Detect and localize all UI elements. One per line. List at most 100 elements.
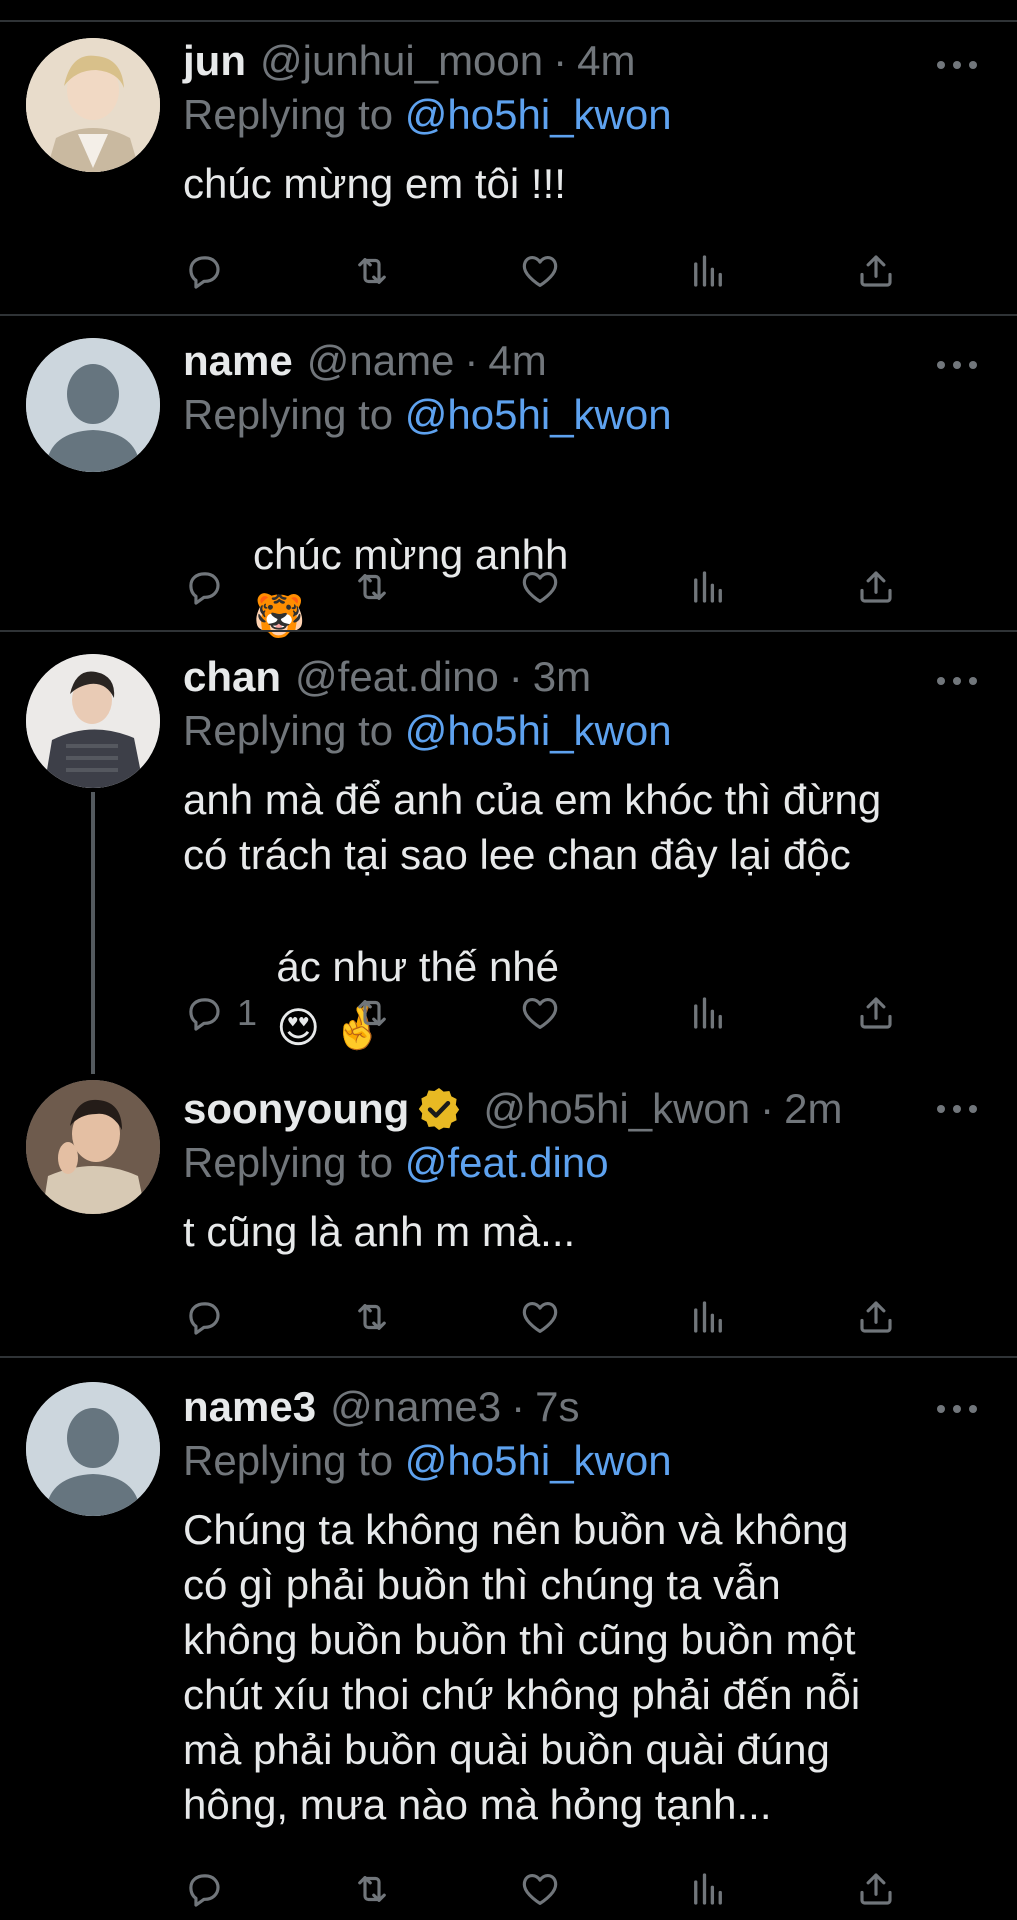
retweet-icon (351, 566, 393, 608)
replying-to: Replying to @ho5hi_kwon (183, 704, 977, 758)
views-button[interactable] (687, 248, 729, 294)
share-icon (855, 566, 897, 608)
tweet-header: soonyoung @ho5hi_kwon · 2m (183, 1082, 977, 1136)
share-icon (855, 992, 897, 1034)
avatar-chan[interactable] (26, 654, 160, 788)
views-button[interactable] (687, 990, 729, 1036)
display-name[interactable]: name3 (183, 1380, 316, 1434)
replying-to: Replying to @feat.dino (183, 1136, 977, 1190)
more-icon[interactable] (937, 358, 977, 372)
reply-icon (183, 1296, 225, 1338)
replying-label: Replying to (183, 707, 394, 754)
handle[interactable]: @junhui_moon (260, 34, 543, 88)
timestamp[interactable]: 2m (784, 1082, 842, 1136)
timestamp[interactable]: 3m (533, 650, 591, 704)
tweet-text-line: mà phải buồn quài buồn quài đúng (183, 1726, 830, 1773)
analytics-icon (687, 1296, 729, 1338)
tweet-divider (0, 314, 1017, 316)
more-icon[interactable] (937, 674, 977, 688)
reply-count: 1 (237, 992, 258, 1033)
heart-icon (519, 1296, 561, 1338)
views-button[interactable] (687, 564, 729, 610)
display-name[interactable]: soonyoung (183, 1082, 409, 1136)
analytics-icon (687, 992, 729, 1034)
tweet-text: t cũng là anh m mà... (183, 1208, 576, 1255)
timestamp[interactable]: 4m (488, 334, 546, 388)
avatar-jun[interactable] (26, 38, 160, 172)
reply-button[interactable]: 1 (183, 990, 257, 1036)
reply-icon (183, 566, 225, 608)
replying-label: Replying to (183, 1437, 394, 1484)
avatar-soonyoung[interactable] (26, 1080, 160, 1214)
share-button[interactable] (855, 248, 897, 294)
retweet-button[interactable] (351, 990, 393, 1036)
tweet-header: jun @junhui_moon · 4m (183, 34, 977, 88)
more-icon[interactable] (937, 58, 977, 72)
tweet-text-line: ác như thế nhé (276, 943, 560, 990)
like-button[interactable] (519, 248, 561, 294)
action-bar (183, 248, 903, 294)
timestamp[interactable]: 4m (577, 34, 635, 88)
like-button[interactable] (519, 1294, 561, 1340)
reply-button[interactable] (183, 248, 225, 294)
reply-button[interactable] (183, 1294, 225, 1340)
thread-line (91, 792, 95, 1074)
separator-dot: · (508, 653, 523, 700)
tweet-text-line: hông, mưa nào mà hỏng tạnh... (183, 1781, 772, 1828)
share-button[interactable] (855, 990, 897, 1036)
tweet-header: name3 @name3 · 7s (183, 1380, 977, 1434)
separator-dot: · (553, 37, 568, 84)
replying-to-link[interactable]: @ho5hi_kwon (405, 91, 672, 138)
reply-button[interactable] (183, 1866, 225, 1912)
views-button[interactable] (687, 1294, 729, 1340)
replying-label: Replying to (183, 1139, 394, 1186)
share-button[interactable] (855, 1866, 897, 1912)
tweet-text-line: chút xíu thoi chứ không phải đến nỗi (183, 1671, 861, 1718)
handle[interactable]: @ho5hi_kwon (483, 1082, 750, 1136)
timestamp[interactable]: 7s (535, 1380, 579, 1434)
more-icon[interactable] (937, 1402, 977, 1416)
retweet-button[interactable] (351, 248, 393, 294)
display-name[interactable]: jun (183, 34, 246, 88)
heart-icon (519, 992, 561, 1034)
more-icon[interactable] (937, 1102, 977, 1116)
retweet-button[interactable] (351, 564, 393, 610)
reply-button[interactable] (183, 564, 225, 610)
reply-icon (183, 250, 225, 292)
share-icon (855, 250, 897, 292)
avatar-default[interactable] (26, 1382, 160, 1516)
replying-to-link[interactable]: @ho5hi_kwon (405, 391, 672, 438)
retweet-button[interactable] (351, 1866, 393, 1912)
retweet-button[interactable] (351, 1294, 393, 1340)
handle[interactable]: @name (307, 334, 455, 388)
tweet-text-line: có gì phải buồn thì chúng ta vẫn (183, 1561, 781, 1608)
replying-to-link[interactable]: @feat.dino (405, 1139, 609, 1186)
like-button[interactable] (519, 990, 561, 1036)
share-button[interactable] (855, 564, 897, 610)
handle[interactable]: @feat.dino (295, 650, 499, 704)
tweet-text: Chúng ta không nên buồn và không có gì p… (183, 1502, 977, 1832)
separator-dot: · (464, 337, 479, 384)
tweet-text-line: không buồn buồn thì cũng buồn một (183, 1616, 856, 1663)
tweet-text-line: anh mà để anh của em khóc thì đừng (183, 776, 882, 823)
heart-icon (519, 1868, 561, 1910)
replying-to-link[interactable]: @ho5hi_kwon (405, 707, 672, 754)
tweet-divider (0, 1356, 1017, 1358)
handle[interactable]: @name3 (330, 1380, 501, 1434)
top-divider (0, 20, 1017, 22)
verified-badge-icon (419, 1088, 460, 1130)
share-icon (855, 1868, 897, 1910)
like-button[interactable] (519, 564, 561, 610)
display-name[interactable]: name (183, 334, 293, 388)
retweet-icon (351, 1868, 393, 1910)
display-name[interactable]: chan (183, 650, 281, 704)
avatar-default[interactable] (26, 338, 160, 472)
heart-icon (519, 250, 561, 292)
replying-to-link[interactable]: @ho5hi_kwon (405, 1437, 672, 1484)
like-button[interactable] (519, 1866, 561, 1912)
views-button[interactable] (687, 1866, 729, 1912)
action-bar (183, 564, 903, 610)
share-button[interactable] (855, 1294, 897, 1340)
tweet-text: chúc mừng em tôi !!! (183, 160, 566, 207)
analytics-icon (687, 1868, 729, 1910)
